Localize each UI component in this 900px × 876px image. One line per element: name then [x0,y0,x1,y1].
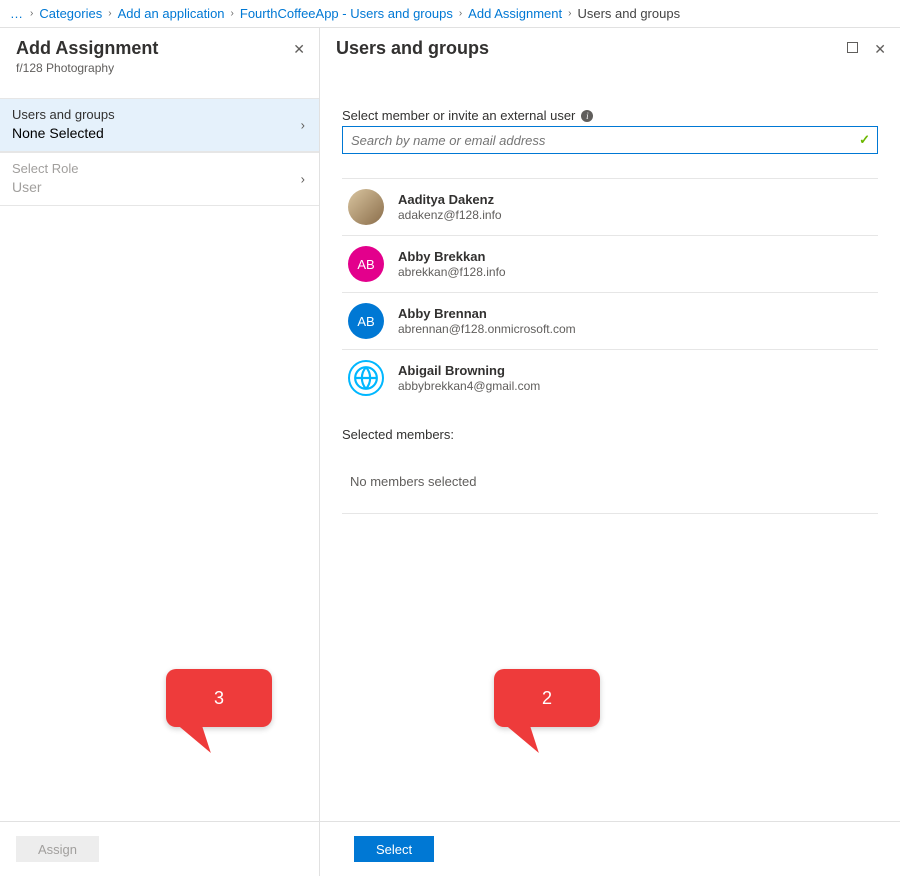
restore-icon[interactable] [847,42,858,53]
row-value: User [12,179,303,195]
breadcrumb-overflow[interactable]: … [10,6,24,21]
avatar: AB [348,303,384,339]
user-item[interactable]: AB Abby Brekkan abrekkan@f128.info [342,236,878,293]
users-and-groups-panel: Users and groups ✕ Select member or invi… [320,28,900,876]
panel-header: Add Assignment f/128 Photography ✕ [0,28,319,84]
search-label-text: Select member or invite an external user [342,108,575,123]
chevron-right-icon: › [301,172,305,187]
breadcrumb: … › Categories › Add an application › Fo… [0,0,900,28]
user-name: Abby Brennan [398,306,576,321]
search-input[interactable] [342,126,878,154]
chevron-right-icon: › [568,8,571,19]
select-button[interactable]: Select [354,836,434,862]
annotation-callout-3: 3 [166,669,272,727]
left-footer: Assign [0,821,319,876]
right-footer: Select [320,821,900,876]
chevron-right-icon: › [301,118,305,133]
close-icon[interactable]: ✕ [293,42,305,56]
user-name: Abby Brekkan [398,249,506,264]
breadcrumb-link[interactable]: Add Assignment [468,6,562,21]
select-role-row: Select Role User › [0,152,319,206]
close-icon[interactable]: ✕ [874,42,886,56]
user-item[interactable]: Abigail Browning abbybrekkan4@gmail.com [342,350,878,403]
user-item[interactable]: AB Abby Brennan abrennan@f128.onmicrosof… [342,293,878,350]
assign-button[interactable]: Assign [16,836,99,862]
annotation-callout-2: 2 [494,669,600,727]
breadcrumb-link[interactable]: FourthCoffeeApp - Users and groups [240,6,453,21]
breadcrumb-link[interactable]: Categories [39,6,102,21]
row-label: Select Role [12,161,303,176]
user-name: Abigail Browning [398,363,540,378]
avatar [348,189,384,225]
add-assignment-panel: Add Assignment f/128 Photography ✕ Users… [0,28,320,876]
panel-subtitle: f/128 Photography [16,61,303,75]
chevron-right-icon: › [30,8,33,19]
panel-title: Users and groups [336,38,884,59]
user-email: abrennan@f128.onmicrosoft.com [398,322,576,336]
panel-title: Add Assignment [16,38,303,59]
selected-members-label: Selected members: [342,427,878,442]
users-and-groups-row[interactable]: Users and groups None Selected › [0,98,319,152]
check-icon: ✓ [859,132,870,148]
selected-members-box: No members selected [342,450,878,514]
user-name: Aaditya Dakenz [398,192,502,207]
panel-header: Users and groups ✕ [320,28,900,68]
user-email: abrekkan@f128.info [398,265,506,279]
info-icon[interactable]: i [581,110,593,122]
row-label: Users and groups [12,107,303,122]
no-members-text: No members selected [350,474,476,489]
avatar: AB [348,246,384,282]
globe-icon [348,360,384,396]
chevron-right-icon: › [108,8,111,19]
breadcrumb-link[interactable]: Add an application [118,6,225,21]
row-value: None Selected [12,125,303,141]
user-list[interactable]: Aaditya Dakenz adakenz@f128.info AB Abby… [342,178,878,403]
chevron-right-icon: › [231,8,234,19]
breadcrumb-current: Users and groups [577,6,680,21]
chevron-right-icon: › [459,8,462,19]
search-label: Select member or invite an external user… [342,108,878,123]
user-item[interactable]: Aaditya Dakenz adakenz@f128.info [342,179,878,236]
user-email: adakenz@f128.info [398,208,502,222]
user-email: abbybrekkan4@gmail.com [398,379,540,393]
